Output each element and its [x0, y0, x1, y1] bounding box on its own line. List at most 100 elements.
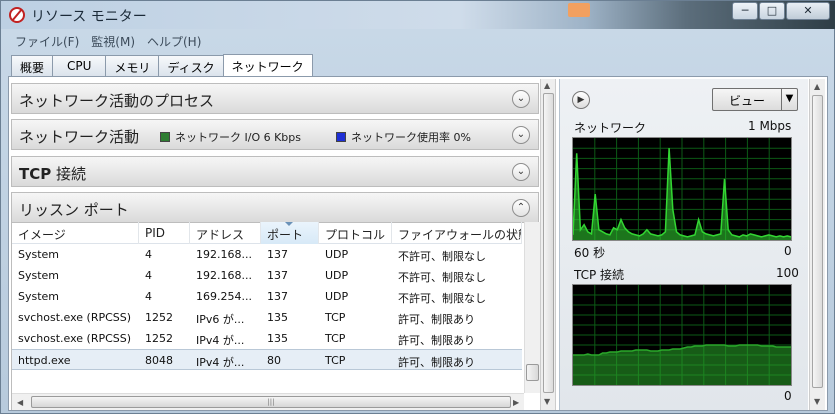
scroll-down-arrow-icon[interactable]: ▼ — [544, 397, 550, 406]
section-tcp-connections[interactable]: TCP 接続 ⌄ — [11, 156, 539, 187]
section-title: ネットワーク活動のプロセス — [19, 92, 215, 110]
scroll-up-arrow-icon[interactable]: ▲ — [814, 82, 820, 91]
column-pid[interactable]: PID — [139, 222, 190, 244]
chevron-down-icon[interactable]: ⌄ — [512, 90, 530, 108]
tab-network[interactable]: ネットワーク — [222, 54, 313, 76]
taskbar-highlight — [568, 3, 590, 17]
cell-address: IPv4 が... — [196, 334, 245, 347]
cell-port: 137 — [267, 269, 288, 282]
scroll-down-arrow-icon[interactable]: ▼ — [814, 397, 820, 406]
tcp-graph-title: TCP 接続 — [574, 268, 625, 282]
resource-monitor-window: リソース モニター ─ □ ✕ ファイル(F) 監視(M) ヘルプ(H) 概要 … — [0, 0, 835, 414]
cell-protocol: TCP — [325, 354, 346, 367]
cell-image: svchost.exe (RPCSS) — [18, 332, 132, 345]
cell-firewall: 不許可、制限なし — [398, 271, 486, 284]
scroll-thumb[interactable]: ||| — [31, 396, 511, 408]
column-port[interactable]: ポート — [261, 222, 319, 244]
tcp-graph-canvas — [573, 285, 791, 385]
column-address[interactable]: アドレス — [190, 222, 261, 244]
network-graph — [572, 137, 792, 241]
cell-pid: 4 — [145, 290, 152, 303]
network-graph-canvas — [573, 138, 791, 240]
cell-address: 192.168... — [196, 269, 252, 282]
tab-cpu[interactable]: CPU — [52, 55, 107, 76]
scroll-thumb[interactable] — [543, 93, 554, 393]
column-image[interactable]: イメージ — [12, 222, 139, 244]
menu-file[interactable]: ファイル(F) — [9, 31, 85, 51]
cell-protocol: UDP — [325, 248, 349, 261]
section-network-activity[interactable]: ネットワーク活動 ネットワーク I/O 6 Kbps ネットワーク使用率 0% … — [11, 119, 539, 150]
tcp-graph-min: 0 — [784, 389, 792, 403]
column-protocol[interactable]: プロトコル — [319, 222, 392, 244]
section-listening-ports[interactable]: リッスン ポート ⌃ — [11, 192, 539, 223]
tab-content: ネットワーク活動のプロセス ⌄ ネットワーク活動 ネットワーク I/O 6 Kb… — [8, 76, 828, 411]
menu-help[interactable]: ヘルプ(H) — [141, 31, 207, 51]
network-graph-max: 1 Mbps — [748, 119, 792, 133]
cell-pid: 4 — [145, 248, 152, 261]
cell-port: 135 — [267, 311, 288, 324]
left-pane-scrollbar[interactable]: ▲ ▼ — [540, 79, 556, 410]
cell-address: IPv6 が... — [196, 313, 245, 326]
cell-address: IPv4 が... — [196, 356, 245, 369]
table-header: イメージ PID アドレス ポート プロトコル ファイアウォールの状態 — [12, 222, 522, 244]
table-row[interactable]: System 4 169.254... 137 UDP 不許可、制限なし — [12, 286, 522, 307]
caption-buttons: ─ □ ✕ — [731, 2, 830, 20]
title-bar[interactable]: リソース モニター ─ □ ✕ — [1, 1, 835, 29]
table-vertical-scrollbar[interactable] — [524, 222, 540, 393]
legend-network-utilization: ネットワーク使用率 0% — [336, 129, 471, 145]
cell-port: 137 — [267, 290, 288, 303]
view-button[interactable]: ビュー ▼ — [712, 88, 798, 111]
scroll-left-arrow-icon[interactable]: ◀ — [17, 398, 23, 407]
table-row[interactable]: svchost.exe (RPCSS) 1252 IPv4 が... 135 TCP 許可… — [12, 328, 522, 349]
cell-pid: 1252 — [145, 311, 173, 324]
maximize-button[interactable]: □ — [759, 2, 785, 20]
cell-protocol: UDP — [325, 290, 349, 303]
legend-util-label: ネットワーク使用率 0% — [351, 131, 471, 144]
chevron-up-icon[interactable]: ⌃ — [512, 199, 530, 217]
cell-address: 192.168... — [196, 248, 252, 261]
scroll-thumb[interactable] — [812, 95, 823, 388]
section-network-processes[interactable]: ネットワーク活動のプロセス ⌄ — [11, 83, 539, 114]
cell-image: System — [18, 269, 60, 282]
section-title: リッスン ポート — [19, 201, 129, 219]
table-row[interactable]: System 4 192.168... 137 UDP 不許可、制限なし — [12, 244, 522, 265]
table-horizontal-scrollbar[interactable]: ◀ ||| ▶ — [12, 393, 524, 410]
menu-monitor[interactable]: 監視(M) — [85, 31, 141, 51]
chevron-down-icon[interactable]: ⌄ — [512, 126, 530, 144]
cell-port: 80 — [267, 354, 281, 367]
tab-memory[interactable]: メモリ — [105, 55, 160, 76]
chevron-down-icon[interactable]: ⌄ — [512, 163, 530, 181]
network-graph-time: 60 秒 — [574, 246, 606, 260]
cell-image: svchost.exe (RPCSS) — [18, 311, 132, 324]
tcp-rest: 接続 — [51, 165, 87, 183]
cell-firewall: 不許可、制限なし — [398, 292, 486, 305]
minimize-button[interactable]: ─ — [732, 2, 758, 20]
table-row[interactable]: httpd.exe 8048 IPv4 が... 80 TCP 許可、制限あり — [12, 349, 522, 370]
table-row[interactable]: System 4 192.168... 137 UDP 不許可、制限なし — [12, 265, 522, 286]
resource-monitor-icon — [9, 7, 25, 23]
graph-pane-scrollbar[interactable]: ▲ ▼ — [809, 79, 825, 410]
left-pane: ネットワーク活動のプロセス ⌄ ネットワーク活動 ネットワーク I/O 6 Kb… — [11, 79, 540, 410]
cell-protocol: UDP — [325, 269, 349, 282]
collapse-pane-arrow-icon[interactable]: ▶ — [572, 91, 590, 109]
column-firewall-status[interactable]: ファイアウォールの状態 — [392, 222, 522, 244]
network-graph-min: 0 — [784, 244, 792, 258]
menu-bar: ファイル(F) 監視(M) ヘルプ(H) — [9, 31, 207, 51]
tab-overview[interactable]: 概要 — [11, 55, 54, 76]
cell-port: 137 — [267, 248, 288, 261]
table-row[interactable]: svchost.exe (RPCSS) 1252 IPv6 が... 135 TCP 許可… — [12, 307, 522, 328]
graph-pane: ▶ ビュー ▼ ネットワーク 1 Mbps 60 秒 0 TCP 接続 100 … — [559, 79, 808, 410]
section-title: TCP 接続 — [19, 163, 86, 184]
listening-ports-table: イメージ PID アドレス ポート プロトコル ファイアウォールの状態 Syst… — [11, 222, 540, 410]
cell-firewall: 許可、制限あり — [398, 334, 475, 347]
cell-firewall: 許可、制限あり — [398, 313, 475, 326]
cell-image: System — [18, 290, 60, 303]
scroll-up-arrow-icon[interactable]: ▲ — [544, 81, 550, 90]
legend-green-swatch — [160, 132, 170, 142]
scroll-right-arrow-icon[interactable]: ▶ — [513, 398, 519, 407]
tab-disk[interactable]: ディスク — [158, 55, 224, 76]
dropdown-arrow-icon[interactable]: ▼ — [781, 89, 797, 110]
scroll-thumb[interactable] — [526, 364, 539, 381]
close-button[interactable]: ✕ — [786, 2, 830, 20]
cell-image: httpd.exe — [18, 354, 71, 367]
